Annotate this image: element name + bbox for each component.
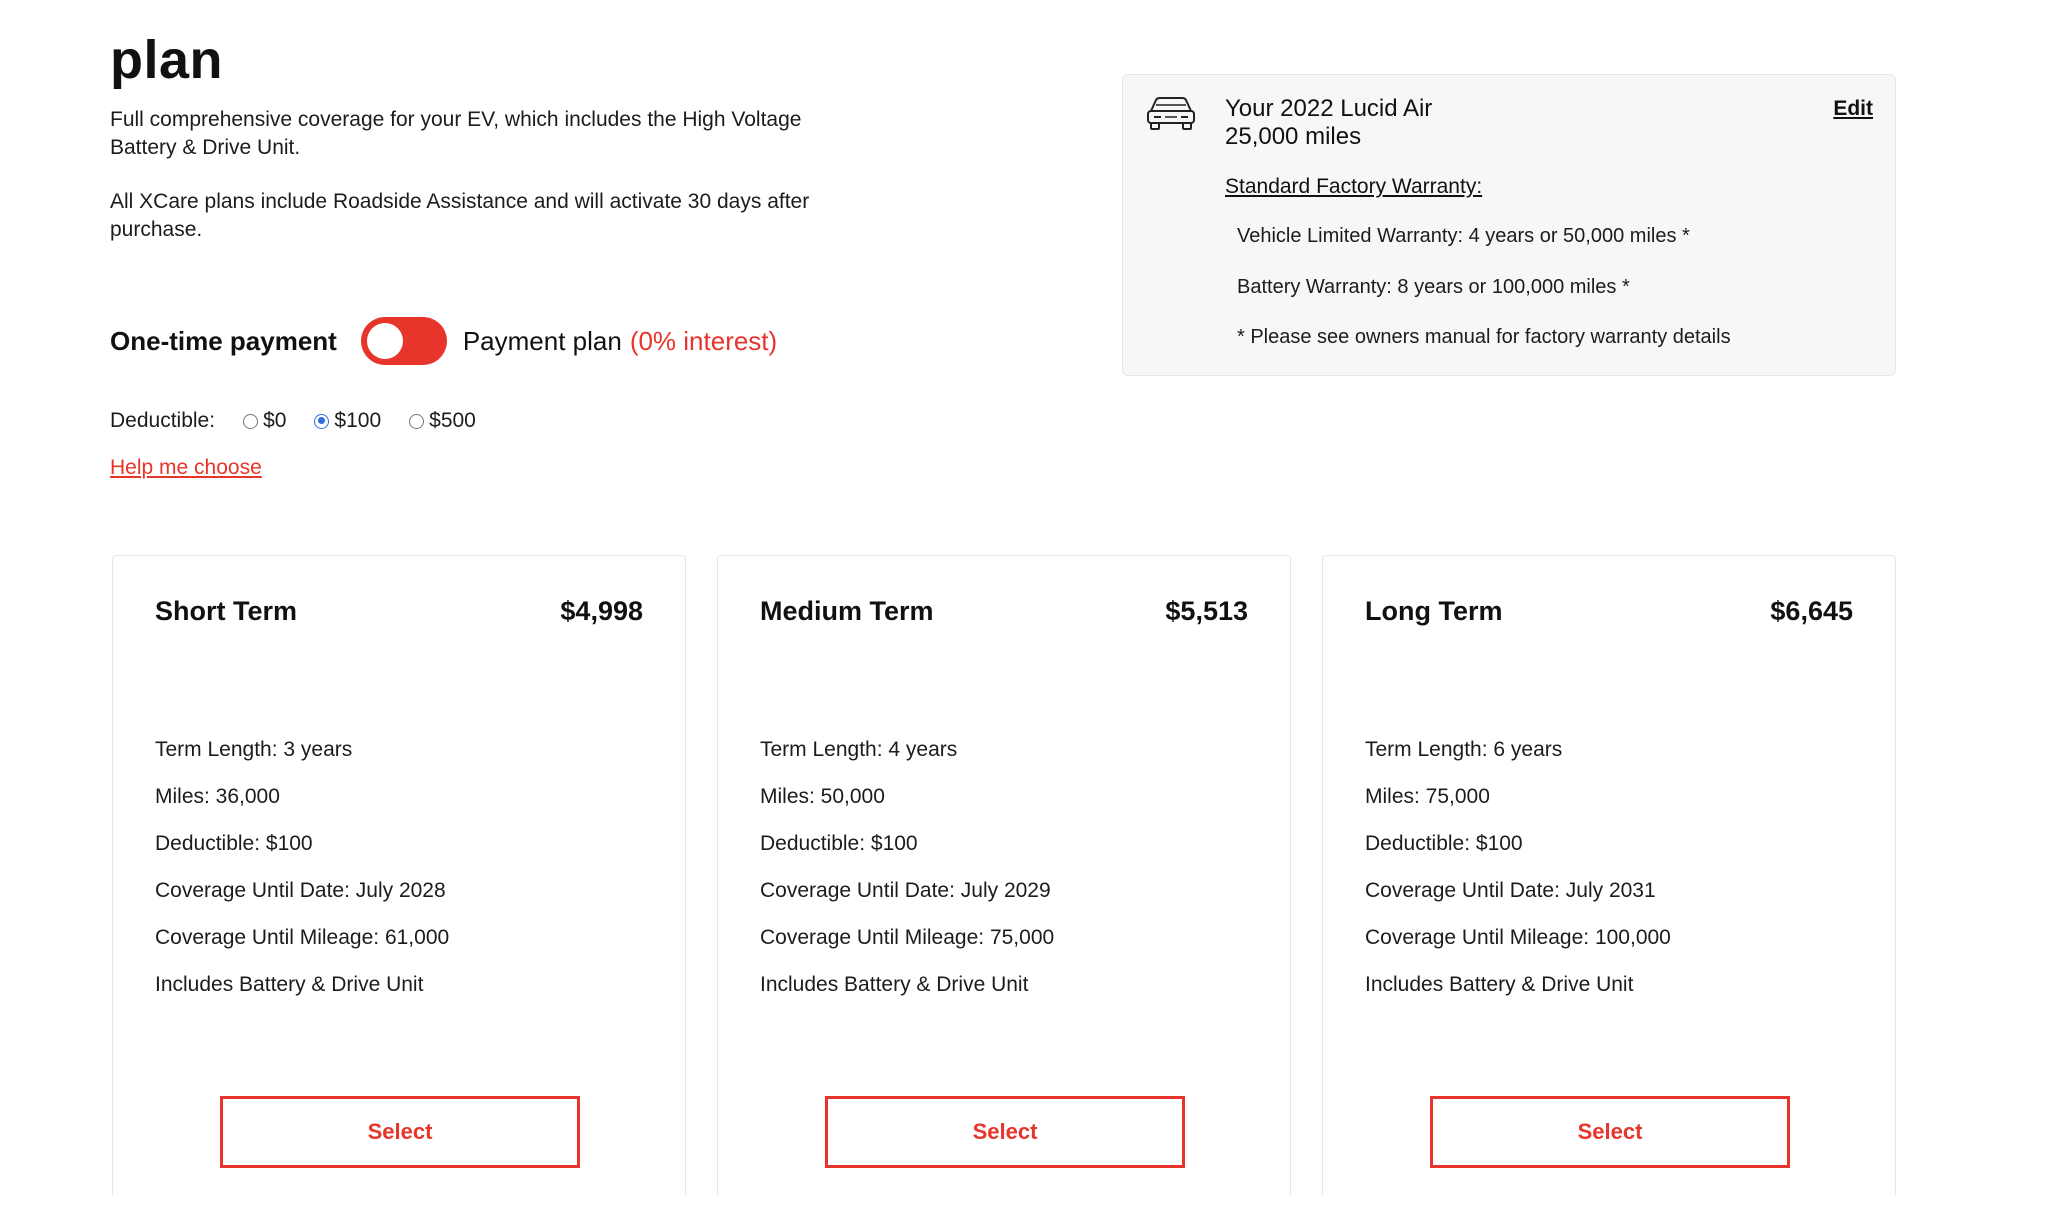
plan-card-short-term: Short Term $4,998 Term Length: 3 years M… [112, 555, 686, 1195]
battery-warranty-text: Battery Warranty: 8 years or 100,000 mil… [1237, 276, 1630, 298]
plan-name: Short Term [155, 596, 298, 626]
payment-plan-label[interactable]: Payment plan [463, 326, 622, 357]
plan-term-length: Term Length: 3 years [155, 738, 353, 761]
plan-name: Long Term [1365, 596, 1503, 626]
plan-deductible: Deductible: $100 [1365, 832, 1523, 855]
deductible-option-100[interactable]: $100 [314, 409, 381, 433]
car-icon [1147, 97, 1195, 130]
deductible-option-label: $500 [429, 409, 476, 432]
plan-deductible: Deductible: $100 [155, 832, 313, 855]
select-medium-term-button[interactable]: Select [825, 1096, 1185, 1168]
help-me-choose-link[interactable]: Help me choose [110, 456, 262, 480]
plan-price: $5,513 [1165, 596, 1248, 626]
select-long-term-button[interactable]: Select [1430, 1096, 1790, 1168]
plan-coverage-mileage: Coverage Until Mileage: 75,000 [760, 926, 1055, 949]
page-title: plan [110, 30, 224, 90]
plan-details: Term Length: 3 years Miles: 36,000 Deduc… [155, 736, 449, 1018]
vehicle-name: Your 2022 Lucid Air [1225, 95, 1433, 122]
warranty-footnote: * Please see owners manual for factory w… [1237, 326, 1731, 348]
plan-includes: Includes Battery & Drive Unit [760, 973, 1029, 996]
deductible-selector: Deductible: $0 $100 $500 [110, 404, 504, 438]
plan-miles: Miles: 36,000 [155, 785, 280, 808]
vehicle-limited-warranty-text: Vehicle Limited Warranty: 4 years or 50,… [1237, 225, 1690, 247]
plan-name: Medium Term [760, 596, 934, 626]
plan-coverage-date: Coverage Until Date: July 2029 [760, 879, 1051, 902]
plan-card-long-term: Long Term $6,645 Term Length: 6 years Mi… [1322, 555, 1896, 1195]
one-time-payment-label[interactable]: One-time payment [110, 326, 337, 357]
plan-details: Term Length: 4 years Miles: 50,000 Deduc… [760, 736, 1054, 1018]
plan-price: $6,645 [1770, 596, 1853, 626]
radio-button[interactable] [409, 413, 425, 429]
deductible-option-label: $100 [334, 409, 382, 432]
select-short-term-button[interactable]: Select [220, 1096, 580, 1168]
plan-includes: Includes Battery & Drive Unit [155, 973, 424, 996]
radio-button-selected[interactable] [314, 413, 330, 429]
deductible-option-500[interactable]: $500 [409, 409, 476, 433]
plan-term-length: Term Length: 6 years [1365, 738, 1563, 761]
deductible-option-0[interactable]: $0 [243, 409, 286, 433]
plan-coverage-date: Coverage Until Date: July 2031 [1365, 879, 1656, 902]
plan-details: Term Length: 6 years Miles: 75,000 Deduc… [1365, 736, 1671, 1018]
plan-card-medium-term: Medium Term $5,513 Term Length: 4 years … [717, 555, 1291, 1195]
plan-coverage-mileage: Coverage Until Mileage: 100,000 [1365, 926, 1671, 949]
toggle-knob [366, 323, 403, 359]
intro-coverage-text: Full comprehensive coverage for your EV,… [110, 108, 802, 159]
vehicle-miles: 25,000 miles [1225, 123, 1362, 150]
plan-miles: Miles: 75,000 [1365, 785, 1490, 808]
plan-price: $4,998 [560, 596, 643, 626]
deductible-label: Deductible: [110, 409, 216, 432]
plan-coverage-date: Coverage Until Date: July 2028 [155, 879, 446, 902]
plan-deductible: Deductible: $100 [760, 832, 918, 855]
plan-term-length: Term Length: 4 years [760, 738, 958, 761]
plan-coverage-mileage: Coverage Until Mileage: 61,000 [155, 926, 450, 949]
radio-button[interactable] [243, 413, 259, 429]
edit-vehicle-link[interactable]: Edit [1833, 97, 1873, 121]
vehicle-summary-card: Your 2022 Lucid Air 25,000 miles Edit St… [1122, 74, 1896, 376]
deductible-option-label: $0 [263, 409, 287, 432]
payment-type-row: One-time payment Payment plan (0% intere… [110, 316, 777, 366]
plan-includes: Includes Battery & Drive Unit [1365, 973, 1634, 996]
interest-label: (0% interest) [629, 325, 778, 356]
intro-roadside-text: All XCare plans include Roadside Assista… [110, 190, 810, 241]
intro-text: Full comprehensive coverage for your EV,… [110, 106, 830, 270]
payment-type-toggle[interactable] [360, 317, 447, 365]
standard-warranty-title: Standard Factory Warranty: [1225, 175, 1483, 198]
plan-miles: Miles: 50,000 [760, 785, 885, 808]
